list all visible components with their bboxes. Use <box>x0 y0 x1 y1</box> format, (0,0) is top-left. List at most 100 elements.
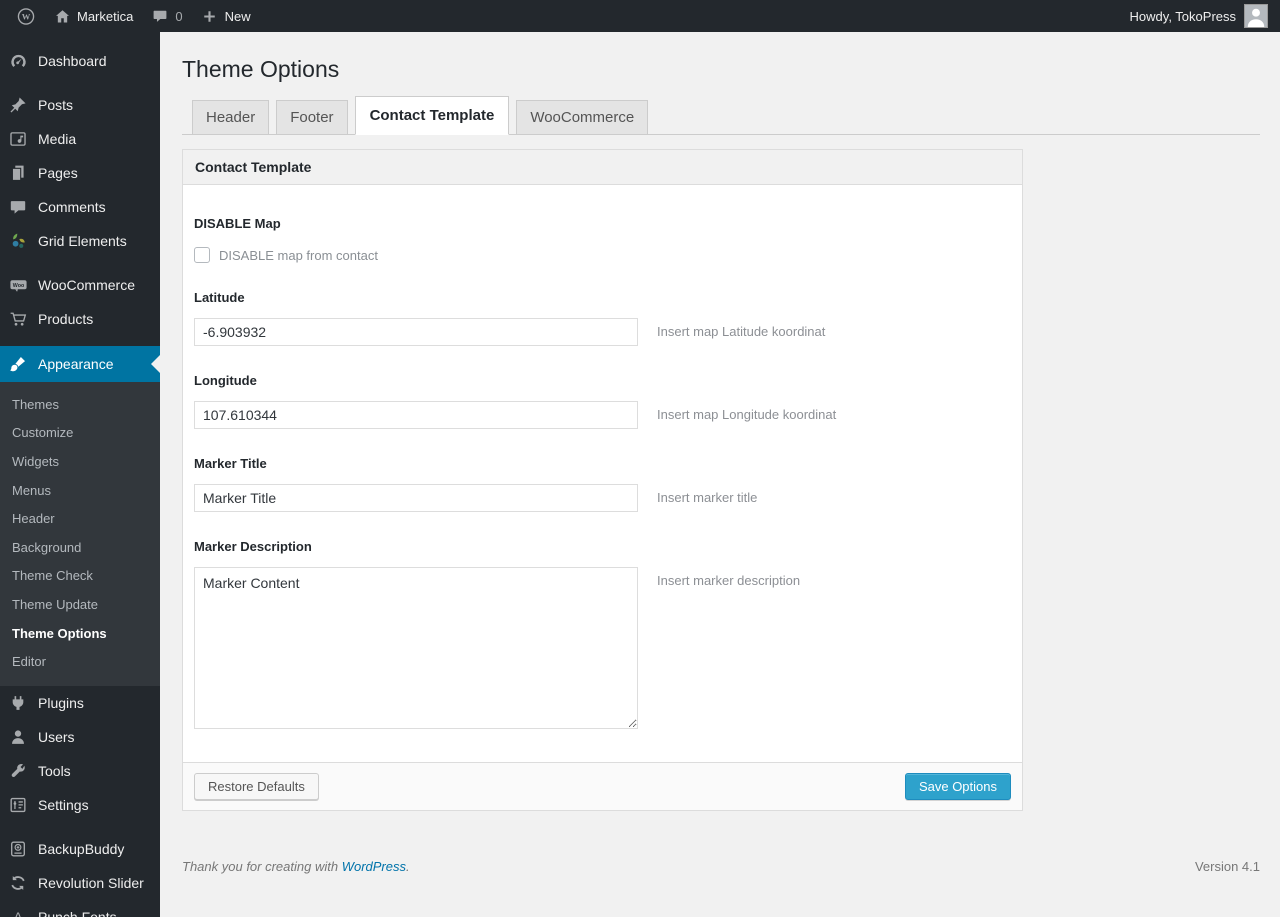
sidebar-item-dashboard[interactable]: Dashboard <box>0 44 160 78</box>
sidebar-item-settings[interactable]: Settings <box>0 788 160 822</box>
tab-footer[interactable]: Footer <box>276 100 348 135</box>
comments-menu[interactable]: 0 <box>142 0 191 32</box>
longitude-input[interactable] <box>194 401 638 429</box>
appearance-submenu: Themes Customize Widgets Menus Header Ba… <box>0 382 160 686</box>
marker-description-row: Marker Content Insert marker description <box>194 567 1010 732</box>
letter-a-icon: A <box>13 908 23 917</box>
sidebar-item-label: Dashboard <box>38 53 107 69</box>
sidebar-item-plugins[interactable]: Plugins <box>0 686 160 720</box>
marker-description-textarea[interactable]: Marker Content <box>194 567 638 729</box>
cart-icon <box>8 309 28 329</box>
submenu-item-theme-check[interactable]: Theme Check <box>0 562 160 591</box>
media-icon <box>8 129 28 149</box>
sidebar-item-label: Products <box>38 311 94 327</box>
plug-icon <box>8 693 28 713</box>
howdy-label: Howdy, TokoPress <box>1129 8 1236 24</box>
disable-map-checkbox[interactable] <box>194 247 210 263</box>
save-options-button[interactable]: Save Options <box>904 773 1011 800</box>
sidebar-item-woocommerce[interactable]: Woo WooCommerce <box>0 268 160 302</box>
panel-title: Contact Template <box>183 150 1022 185</box>
marker-title-input[interactable] <box>194 484 638 512</box>
svg-text:Woo: Woo <box>12 282 24 288</box>
sidebar-item-pages[interactable]: Pages <box>0 156 160 190</box>
sidebar-item-label: Punch Fonts <box>38 908 117 917</box>
submenu-item-menus[interactable]: Menus <box>0 476 160 505</box>
wordpress-logo-menu[interactable]: W <box>8 0 44 32</box>
comment-icon <box>8 197 28 217</box>
tab-woocommerce[interactable]: WooCommerce <box>516 100 649 135</box>
woo-badge-icon: Woo <box>8 275 28 295</box>
paintbrush-icon <box>8 354 28 374</box>
sidebar-item-label: Grid Elements <box>38 233 127 249</box>
submenu-item-header[interactable]: Header <box>0 504 160 533</box>
current-item-arrow-icon <box>151 355 160 373</box>
restore-defaults-button[interactable]: Restore Defaults <box>194 773 319 800</box>
menu-separator <box>0 336 160 346</box>
pages-icon <box>8 163 28 183</box>
avatar <box>1244 4 1268 28</box>
submenu-item-theme-options[interactable]: Theme Options <box>0 619 160 648</box>
sidebar-item-label: Settings <box>38 796 89 813</box>
submenu-item-customize[interactable]: Customize <box>0 419 160 448</box>
sidebar-item-label: Plugins <box>38 694 84 711</box>
sidebar-item-label: Tools <box>38 762 71 779</box>
menu-separator <box>0 258 160 268</box>
sidebar-item-label: Revolution Slider <box>38 874 144 891</box>
comment-bubble-icon <box>151 7 169 25</box>
svg-text:W: W <box>22 11 31 21</box>
sidebar-item-label: Comments <box>38 199 106 215</box>
latitude-hint: Insert map Latitude koordinat <box>657 324 826 339</box>
admin-sidebar: Dashboard Posts Media Pages Comments Gri… <box>0 32 160 917</box>
version-text: Version 4.1 <box>1194 859 1260 874</box>
sidebar-item-label: Pages <box>38 165 78 181</box>
contact-template-panel: Contact Template DISABLE Map DISABLE map… <box>182 149 1023 811</box>
sidebar-item-label: BackupBuddy <box>38 840 125 857</box>
tab-header[interactable]: Header <box>192 100 270 135</box>
sidebar-item-label: Appearance <box>38 356 114 372</box>
submenu-item-background[interactable]: Background <box>0 533 160 562</box>
wordpress-link[interactable]: WordPress <box>342 859 406 874</box>
new-menu[interactable]: New <box>192 0 260 32</box>
sidebar-item-backupbuddy[interactable]: BackupBuddy <box>0 832 160 866</box>
marker-description-label: Marker Description <box>194 539 312 554</box>
tab-bar: Header Footer Contact Template WooCommer… <box>182 96 1260 135</box>
sidebar-item-label: Users <box>38 728 75 745</box>
grid-elements-icon <box>8 231 28 251</box>
submenu-item-theme-update[interactable]: Theme Update <box>0 590 160 619</box>
disable-map-checkbox-row[interactable]: DISABLE map from contact <box>194 247 1010 263</box>
site-name-label: Marketica <box>77 8 134 24</box>
sidebar-item-products[interactable]: Products <box>0 302 160 336</box>
sidebar-item-grid-elements[interactable]: Grid Elements <box>0 224 160 258</box>
sidebar-item-appearance[interactable]: Appearance <box>0 346 160 382</box>
page-footer: Thank you for creating with WordPress. V… <box>182 859 1260 874</box>
wordpress-logo-icon: W <box>17 7 35 25</box>
sidebar-item-users[interactable]: Users <box>0 720 160 754</box>
sidebar-item-punch-fonts[interactable]: A Punch Fonts <box>0 900 160 917</box>
marker-title-hint: Insert marker title <box>657 490 758 505</box>
sidebar-item-media[interactable]: Media <box>0 122 160 156</box>
user-icon <box>8 727 28 747</box>
disable-map-checkbox-label: DISABLE map from contact <box>219 247 378 263</box>
sidebar-item-tools[interactable]: Tools <box>0 754 160 788</box>
sidebar-item-revolution-slider[interactable]: Revolution Slider <box>0 866 160 900</box>
longitude-row: Insert map Longitude koordinat <box>194 401 1010 429</box>
tab-contact-template[interactable]: Contact Template <box>354 96 510 135</box>
submenu-item-themes[interactable]: Themes <box>0 390 160 419</box>
home-icon <box>53 7 71 25</box>
site-name-menu[interactable]: Marketica <box>44 0 142 32</box>
panel-body: DISABLE Map DISABLE map from contact Lat… <box>183 185 1022 762</box>
sidebar-item-label: Posts <box>38 97 74 113</box>
settings-icon <box>8 795 28 815</box>
wrench-icon <box>8 761 28 781</box>
backup-drive-icon <box>8 839 28 859</box>
submenu-item-editor[interactable]: Editor <box>0 647 160 676</box>
sidebar-item-comments[interactable]: Comments <box>0 190 160 224</box>
account-menu[interactable]: Howdy, TokoPress <box>1130 4 1268 28</box>
plus-icon <box>201 7 219 25</box>
marker-title-label: Marker Title <box>194 456 267 471</box>
longitude-hint: Insert map Longitude koordinat <box>657 407 837 422</box>
sidebar-item-posts[interactable]: Posts <box>0 88 160 122</box>
submenu-item-widgets[interactable]: Widgets <box>0 447 160 476</box>
latitude-input[interactable] <box>194 318 638 346</box>
menu-separator <box>0 822 160 832</box>
